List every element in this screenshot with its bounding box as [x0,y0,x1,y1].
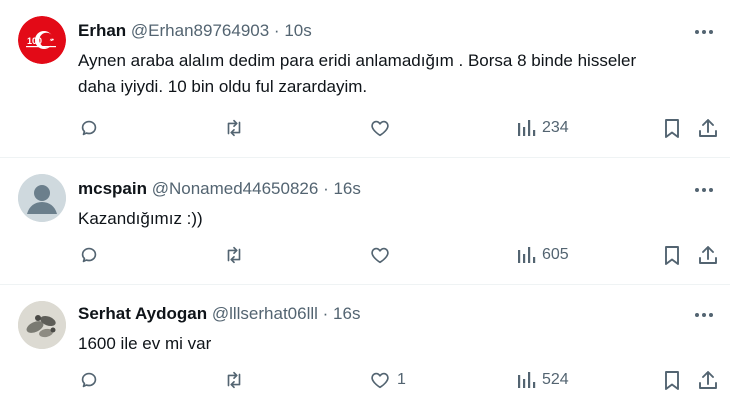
like-button[interactable]: 1 [369,367,406,393]
bookmark-icon [665,246,679,265]
views-button[interactable]: 234 [516,115,569,141]
reply-button[interactable] [78,115,106,141]
retweet-icon [227,371,241,389]
photo-avatar-icon [18,301,66,349]
handle[interactable]: @Nonamed44650826 [152,179,319,198]
separator: · [273,21,280,40]
reply-button[interactable] [78,242,106,268]
action-bar: 234 [0,115,730,141]
share-icon [699,119,717,137]
like-button[interactable] [369,115,397,141]
display-name[interactable]: Serhat Aydogan [78,304,207,323]
tweet-text: Kazandığımız :)) [78,206,714,232]
tweet-text-line: Kazandığımız :)) [78,209,203,228]
avatar[interactable] [18,174,66,222]
bookmark-button[interactable] [662,367,682,393]
timestamp[interactable]: 16s [333,179,360,198]
action-bar: 605 [0,242,730,268]
views-icon [518,247,536,263]
tweet-header: Serhat Aydogan @lllserhat06lll · 16s [78,303,690,325]
reply-icon [81,120,97,136]
retweet-button[interactable] [222,242,252,268]
timestamp[interactable]: 10s [284,21,311,40]
separator: · [322,304,329,323]
share-button[interactable] [697,242,719,268]
like-count: 1 [397,371,406,388]
tweet[interactable]: mcspain @Nonamed44650826 · 16s Kazandığı… [0,158,730,285]
tweet-header: Erhan @Erhan89764903 · 10s [78,20,690,42]
tweet[interactable]: 100 Erhan @Erhan89764903 · 10s Aynen ara… [0,0,730,158]
more-icon[interactable] [692,307,716,323]
views-button[interactable]: 605 [516,242,569,268]
tweet-text-line: daha iyiydi. 10 bin oldu ful zarardayim. [78,77,368,96]
action-bar: 1 524 [0,367,730,393]
display-name[interactable]: mcspain [78,179,147,198]
views-icon [518,120,536,136]
tweet-text: 1600 ile ev mi var [78,331,714,357]
retweet-icon [227,246,241,264]
default-profile-icon [18,174,66,222]
views-count: 605 [542,246,569,263]
share-button[interactable] [697,115,719,141]
share-button[interactable] [697,367,719,393]
tweet-text: Aynen araba alalım dedim para eridi anla… [78,48,714,100]
bookmark-icon [665,119,679,138]
handle[interactable]: @lllserhat06lll [212,304,318,323]
timestamp[interactable]: 16s [333,304,360,323]
separator: · [323,179,329,198]
bookmark-button[interactable] [662,242,682,268]
like-icon [371,120,389,137]
share-icon [699,246,717,264]
views-count: 524 [542,371,569,388]
more-icon[interactable] [692,24,716,40]
views-count: 234 [542,119,569,136]
svg-text:100: 100 [27,36,42,46]
tweet-text-line: 1600 ile ev mi var [78,334,212,353]
tweet-feed: 100 Erhan @Erhan89764903 · 10s Aynen ara… [0,0,730,420]
share-icon [699,371,717,389]
retweet-button[interactable] [222,115,252,141]
display-name[interactable]: Erhan [78,21,126,40]
views-button[interactable]: 524 [516,367,569,393]
tweet-text-line: Aynen araba alalım dedim para eridi anla… [78,51,637,70]
reply-button[interactable] [78,367,106,393]
tweet-header: mcspain @Nonamed44650826 · 16s [78,178,690,200]
views-icon [518,372,536,388]
tweet[interactable]: Serhat Aydogan @lllserhat06lll · 16s 160… [0,285,730,420]
bookmark-button[interactable] [662,115,682,141]
avatar[interactable]: 100 [18,16,66,64]
like-button[interactable] [369,242,397,268]
avatar[interactable] [18,301,66,349]
handle[interactable]: @Erhan89764903 [131,21,269,40]
like-icon [371,247,389,264]
more-icon[interactable] [692,182,716,198]
retweet-button[interactable] [222,367,252,393]
turkish-flag-logo-icon: 100 [18,16,66,64]
like-icon [371,372,389,389]
bookmark-icon [665,371,679,390]
retweet-icon [227,119,241,137]
reply-icon [81,372,97,388]
reply-icon [81,247,97,263]
